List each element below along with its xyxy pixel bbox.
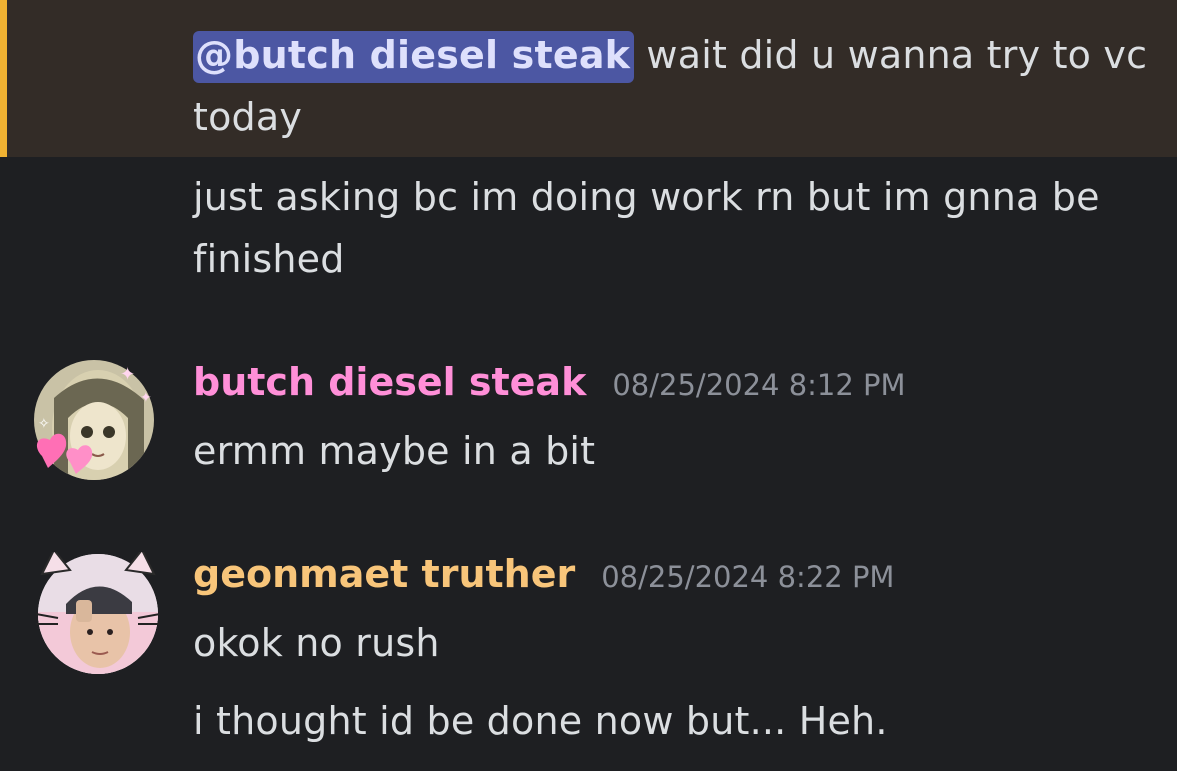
avatar-illustrated-girl-icon: ✦ ✦ ✧ xyxy=(34,360,154,480)
user-mention[interactable]: @butch diesel steak xyxy=(193,31,635,83)
message-text: ermm maybe in a bit xyxy=(193,429,596,473)
message-text: wait did u wanna try to vc xyxy=(634,33,1148,77)
message-text-continued: finished xyxy=(193,237,345,281)
message-text: just asking bc im doing work rn but im g… xyxy=(193,175,1100,219)
message-text: okok no rush xyxy=(193,621,440,665)
chat-message-list: @butch diesel steak wait did u wanna try… xyxy=(0,0,1177,771)
username[interactable]: butch diesel steak xyxy=(193,360,586,404)
username[interactable]: geonmaet truther xyxy=(193,552,575,596)
message-header: geonmaet truther 08/25/2024 8:22 PM xyxy=(193,552,894,596)
message-text-continued: today xyxy=(193,95,303,139)
message-header: butch diesel steak 08/25/2024 8:12 PM xyxy=(193,360,906,404)
timestamp[interactable]: 08/25/2024 8:12 PM xyxy=(612,368,905,402)
timestamp[interactable]: 08/25/2024 8:22 PM xyxy=(601,560,894,594)
message-content: @butch diesel steak wait did u wanna try… xyxy=(193,24,1147,86)
mention-highlighted-message[interactable]: @butch diesel steak wait did u wanna try… xyxy=(0,0,1177,157)
svg-text:✧: ✧ xyxy=(38,416,50,432)
mention-indicator-bar xyxy=(0,0,7,157)
avatar[interactable]: ✦ ✦ ✧ xyxy=(32,358,154,480)
message-text: i thought id be done now but... Heh. xyxy=(193,699,888,743)
avatar-person-with-cat-ears-icon xyxy=(36,552,160,674)
svg-text:✦: ✦ xyxy=(120,364,135,385)
svg-text:✦: ✦ xyxy=(140,390,152,406)
avatar[interactable] xyxy=(36,552,160,674)
